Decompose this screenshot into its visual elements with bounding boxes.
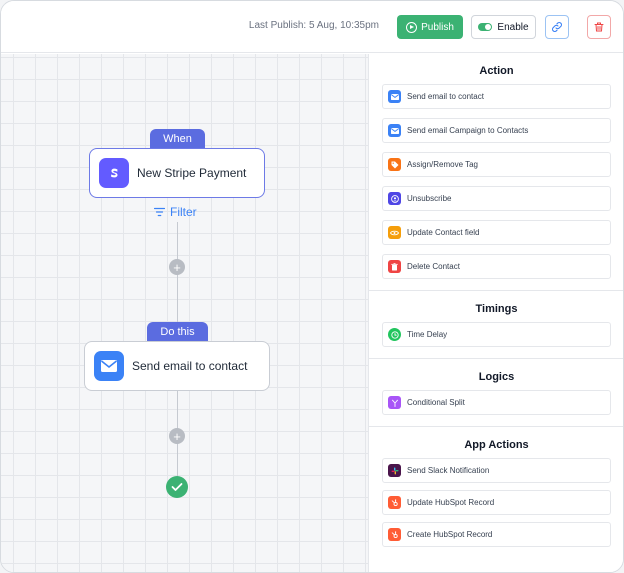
slack-icon [388, 464, 401, 477]
envelope-icon [94, 351, 124, 381]
panel-item-update-hubspot[interactable]: Update HubSpot Record [382, 490, 611, 515]
action-node[interactable]: Send email to contact [84, 341, 270, 391]
plus-icon: + [173, 428, 181, 444]
trash-icon [594, 22, 604, 32]
top-toolbar: Last Publish: 5 Aug, 10:35pm Publish Ena… [1, 1, 623, 53]
section-title-logics: Logics [478, 371, 515, 383]
panel-item-label: Send Slack Notification [407, 466, 490, 475]
link-icon [552, 22, 562, 32]
panel-item-time-delay[interactable]: Time Delay [382, 322, 611, 347]
split-icon [388, 396, 401, 409]
automation-builder-window: Last Publish: 5 Aug, 10:35pm Publish Ena… [0, 0, 624, 573]
hubspot-icon [388, 528, 401, 541]
toggle-icon [478, 23, 493, 31]
envelope-icon [388, 124, 401, 137]
plus-icon: + [173, 259, 181, 275]
copy-link-button[interactable] [545, 15, 569, 39]
delete-automation-button[interactable] [587, 15, 611, 39]
action-tag: Do this [147, 322, 208, 342]
panel-item-label: Assign/Remove Tag [407, 160, 478, 169]
clock-icon [388, 328, 401, 341]
panel-item-label: Time Delay [407, 330, 448, 339]
publish-button[interactable]: Publish [397, 15, 463, 39]
panel-item-label: Unsubscribe [407, 194, 452, 203]
actions-panel: Action Send email to contact Send email … [368, 54, 623, 572]
hubspot-icon [388, 496, 401, 509]
section-title-app-actions: App Actions [464, 439, 529, 451]
panel-item-delete-contact[interactable]: Delete Contact [382, 254, 611, 279]
panel-item-label: Update Contact field [407, 228, 480, 237]
panel-item-slack-notification[interactable]: Send Slack Notification [382, 458, 611, 483]
panel-item-create-hubspot[interactable]: Create HubSpot Record [382, 522, 611, 547]
enable-toggle-button[interactable]: Enable [471, 15, 536, 39]
panel-item-send-email[interactable]: Send email to contact [382, 84, 611, 109]
stripe-icon [99, 158, 129, 188]
panel-item-label: Conditional Split [407, 398, 465, 407]
publish-button-label: Publish [421, 21, 454, 33]
section-title-timings: Timings [475, 303, 518, 315]
panel-item-label: Update HubSpot Record [407, 498, 495, 507]
add-step-button[interactable]: + [169, 428, 185, 444]
section-title-action: Action [479, 65, 514, 77]
panel-item-conditional-split[interactable]: Conditional Split [382, 390, 611, 415]
panel-item-label: Create HubSpot Record [407, 530, 493, 539]
filter-button[interactable]: Filter [154, 204, 197, 220]
trash-icon [388, 260, 401, 273]
action-label: Send email to contact [132, 359, 248, 373]
trigger-tag: When [150, 129, 205, 149]
envelope-icon [388, 90, 401, 103]
filter-icon [154, 207, 165, 217]
section-divider [369, 290, 623, 291]
play-icon [406, 21, 418, 33]
user-icon [388, 192, 401, 205]
tag-icon [388, 158, 401, 171]
panel-item-update-contact-field[interactable]: Update Contact field [382, 220, 611, 245]
enable-button-label: Enable [497, 21, 529, 33]
panel-item-label: Send email Campaign to Contacts [407, 126, 529, 135]
last-publish-text: Last Publish: 5 Aug, 10:35pm [248, 20, 379, 31]
trigger-label: New Stripe Payment [137, 166, 247, 180]
trigger-node[interactable]: New Stripe Payment [89, 148, 265, 198]
section-divider [369, 358, 623, 359]
end-check-icon [166, 476, 188, 498]
panel-item-unsubscribe[interactable]: Unsubscribe [382, 186, 611, 211]
eye-icon [388, 226, 401, 239]
panel-item-label: Delete Contact [407, 262, 460, 271]
workflow-canvas[interactable]: When New Stripe Payment Filter + Do this… [1, 54, 368, 572]
filter-label: Filter [170, 205, 197, 219]
panel-item-assign-tag[interactable]: Assign/Remove Tag [382, 152, 611, 177]
panel-item-label: Send email to contact [407, 92, 484, 101]
add-step-button[interactable]: + [169, 259, 185, 275]
panel-item-send-campaign[interactable]: Send email Campaign to Contacts [382, 118, 611, 143]
section-divider [369, 426, 623, 427]
